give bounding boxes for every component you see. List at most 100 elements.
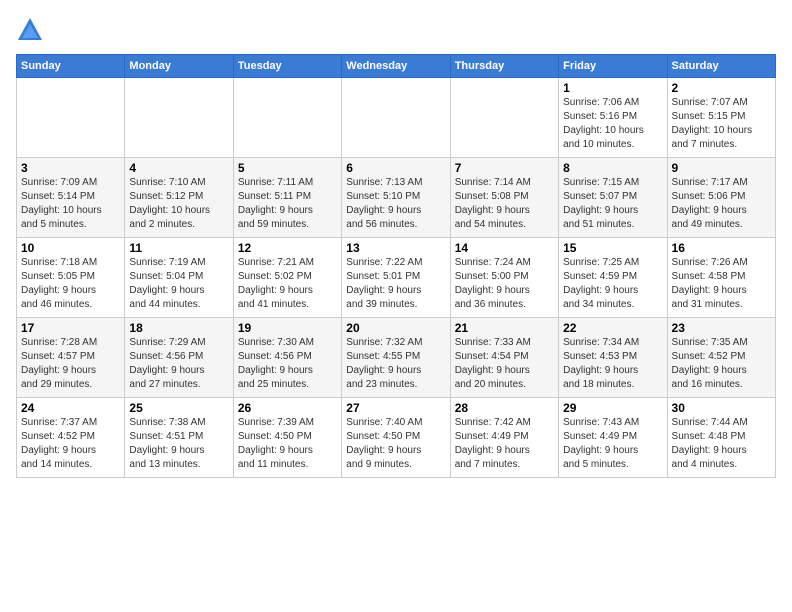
day-info: Sunrise: 7:17 AM Sunset: 5:06 PM Dayligh… [672,176,771,232]
header-day: Saturday [667,55,775,78]
day-number: 1 [563,81,662,95]
calendar-cell: 7Sunrise: 7:14 AM Sunset: 5:08 PM Daylig… [450,158,558,238]
day-number: 6 [346,161,445,175]
day-number: 27 [346,401,445,415]
day-number: 10 [21,241,120,255]
calendar-week-row: 17Sunrise: 7:28 AM Sunset: 4:57 PM Dayli… [17,318,776,398]
day-info: Sunrise: 7:06 AM Sunset: 5:16 PM Dayligh… [563,96,662,152]
day-info: Sunrise: 7:24 AM Sunset: 5:00 PM Dayligh… [455,256,554,312]
day-number: 14 [455,241,554,255]
day-info: Sunrise: 7:34 AM Sunset: 4:53 PM Dayligh… [563,336,662,392]
calendar-week-row: 24Sunrise: 7:37 AM Sunset: 4:52 PM Dayli… [17,398,776,478]
day-info: Sunrise: 7:28 AM Sunset: 4:57 PM Dayligh… [21,336,120,392]
calendar-cell: 19Sunrise: 7:30 AM Sunset: 4:56 PM Dayli… [233,318,341,398]
day-info: Sunrise: 7:30 AM Sunset: 4:56 PM Dayligh… [238,336,337,392]
day-info: Sunrise: 7:33 AM Sunset: 4:54 PM Dayligh… [455,336,554,392]
day-number: 30 [672,401,771,415]
calendar-cell: 20Sunrise: 7:32 AM Sunset: 4:55 PM Dayli… [342,318,450,398]
calendar-cell: 5Sunrise: 7:11 AM Sunset: 5:11 PM Daylig… [233,158,341,238]
calendar-cell: 2Sunrise: 7:07 AM Sunset: 5:15 PM Daylig… [667,78,775,158]
calendar-cell: 23Sunrise: 7:35 AM Sunset: 4:52 PM Dayli… [667,318,775,398]
day-number: 17 [21,321,120,335]
day-number: 16 [672,241,771,255]
day-number: 25 [129,401,228,415]
day-info: Sunrise: 7:35 AM Sunset: 4:52 PM Dayligh… [672,336,771,392]
calendar-cell: 9Sunrise: 7:17 AM Sunset: 5:06 PM Daylig… [667,158,775,238]
calendar-cell: 29Sunrise: 7:43 AM Sunset: 4:49 PM Dayli… [559,398,667,478]
header-row: SundayMondayTuesdayWednesdayThursdayFrid… [17,55,776,78]
day-info: Sunrise: 7:40 AM Sunset: 4:50 PM Dayligh… [346,416,445,472]
calendar-cell: 21Sunrise: 7:33 AM Sunset: 4:54 PM Dayli… [450,318,558,398]
day-info: Sunrise: 7:15 AM Sunset: 5:07 PM Dayligh… [563,176,662,232]
calendar-header: SundayMondayTuesdayWednesdayThursdayFrid… [17,55,776,78]
day-number: 24 [21,401,120,415]
day-info: Sunrise: 7:25 AM Sunset: 4:59 PM Dayligh… [563,256,662,312]
calendar-cell: 18Sunrise: 7:29 AM Sunset: 4:56 PM Dayli… [125,318,233,398]
calendar-cell: 13Sunrise: 7:22 AM Sunset: 5:01 PM Dayli… [342,238,450,318]
calendar-cell: 22Sunrise: 7:34 AM Sunset: 4:53 PM Dayli… [559,318,667,398]
calendar-cell: 15Sunrise: 7:25 AM Sunset: 4:59 PM Dayli… [559,238,667,318]
calendar-cell: 1Sunrise: 7:06 AM Sunset: 5:16 PM Daylig… [559,78,667,158]
day-number: 28 [455,401,554,415]
day-info: Sunrise: 7:43 AM Sunset: 4:49 PM Dayligh… [563,416,662,472]
day-number: 15 [563,241,662,255]
calendar-cell: 30Sunrise: 7:44 AM Sunset: 4:48 PM Dayli… [667,398,775,478]
day-info: Sunrise: 7:44 AM Sunset: 4:48 PM Dayligh… [672,416,771,472]
calendar-cell: 14Sunrise: 7:24 AM Sunset: 5:00 PM Dayli… [450,238,558,318]
calendar-body: 1Sunrise: 7:06 AM Sunset: 5:16 PM Daylig… [17,78,776,478]
day-number: 22 [563,321,662,335]
day-info: Sunrise: 7:37 AM Sunset: 4:52 PM Dayligh… [21,416,120,472]
calendar-week-row: 1Sunrise: 7:06 AM Sunset: 5:16 PM Daylig… [17,78,776,158]
day-number: 7 [455,161,554,175]
header-day: Monday [125,55,233,78]
calendar-cell: 26Sunrise: 7:39 AM Sunset: 4:50 PM Dayli… [233,398,341,478]
day-info: Sunrise: 7:32 AM Sunset: 4:55 PM Dayligh… [346,336,445,392]
day-number: 8 [563,161,662,175]
calendar-week-row: 3Sunrise: 7:09 AM Sunset: 5:14 PM Daylig… [17,158,776,238]
header-day: Thursday [450,55,558,78]
day-number: 9 [672,161,771,175]
day-number: 13 [346,241,445,255]
day-info: Sunrise: 7:38 AM Sunset: 4:51 PM Dayligh… [129,416,228,472]
day-info: Sunrise: 7:39 AM Sunset: 4:50 PM Dayligh… [238,416,337,472]
day-number: 12 [238,241,337,255]
calendar-cell [125,78,233,158]
calendar-cell: 16Sunrise: 7:26 AM Sunset: 4:58 PM Dayli… [667,238,775,318]
header-day: Tuesday [233,55,341,78]
calendar-cell: 4Sunrise: 7:10 AM Sunset: 5:12 PM Daylig… [125,158,233,238]
calendar-cell: 28Sunrise: 7:42 AM Sunset: 4:49 PM Dayli… [450,398,558,478]
calendar-cell: 8Sunrise: 7:15 AM Sunset: 5:07 PM Daylig… [559,158,667,238]
day-info: Sunrise: 7:22 AM Sunset: 5:01 PM Dayligh… [346,256,445,312]
calendar-week-row: 10Sunrise: 7:18 AM Sunset: 5:05 PM Dayli… [17,238,776,318]
day-info: Sunrise: 7:11 AM Sunset: 5:11 PM Dayligh… [238,176,337,232]
logo-icon [16,16,44,44]
day-number: 29 [563,401,662,415]
day-info: Sunrise: 7:21 AM Sunset: 5:02 PM Dayligh… [238,256,337,312]
day-info: Sunrise: 7:42 AM Sunset: 4:49 PM Dayligh… [455,416,554,472]
calendar-cell [450,78,558,158]
day-number: 5 [238,161,337,175]
day-number: 4 [129,161,228,175]
day-number: 3 [21,161,120,175]
day-number: 2 [672,81,771,95]
day-info: Sunrise: 7:10 AM Sunset: 5:12 PM Dayligh… [129,176,228,232]
day-number: 11 [129,241,228,255]
day-number: 23 [672,321,771,335]
calendar-cell: 24Sunrise: 7:37 AM Sunset: 4:52 PM Dayli… [17,398,125,478]
day-number: 21 [455,321,554,335]
calendar-cell: 10Sunrise: 7:18 AM Sunset: 5:05 PM Dayli… [17,238,125,318]
day-number: 19 [238,321,337,335]
day-number: 18 [129,321,228,335]
day-number: 20 [346,321,445,335]
day-info: Sunrise: 7:09 AM Sunset: 5:14 PM Dayligh… [21,176,120,232]
day-info: Sunrise: 7:14 AM Sunset: 5:08 PM Dayligh… [455,176,554,232]
day-info: Sunrise: 7:19 AM Sunset: 5:04 PM Dayligh… [129,256,228,312]
calendar-cell: 25Sunrise: 7:38 AM Sunset: 4:51 PM Dayli… [125,398,233,478]
page-header [16,16,776,44]
calendar-cell: 3Sunrise: 7:09 AM Sunset: 5:14 PM Daylig… [17,158,125,238]
day-info: Sunrise: 7:29 AM Sunset: 4:56 PM Dayligh… [129,336,228,392]
calendar-cell [342,78,450,158]
header-day: Friday [559,55,667,78]
calendar-cell: 17Sunrise: 7:28 AM Sunset: 4:57 PM Dayli… [17,318,125,398]
calendar-cell: 12Sunrise: 7:21 AM Sunset: 5:02 PM Dayli… [233,238,341,318]
